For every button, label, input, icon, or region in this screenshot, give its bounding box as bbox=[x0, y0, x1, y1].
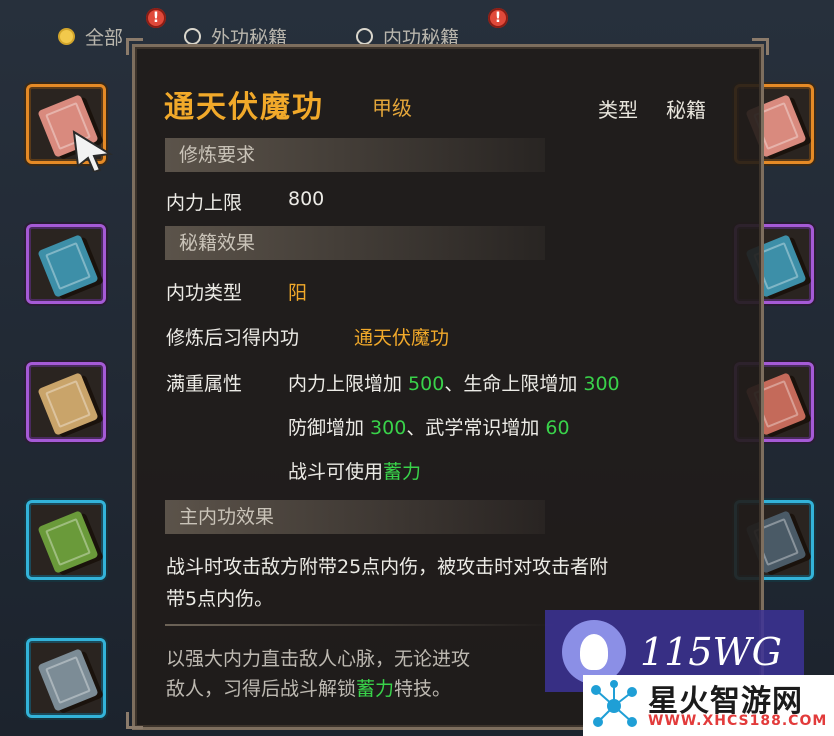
item-rank: 甲级 bbox=[372, 96, 412, 120]
manual-book-icon bbox=[37, 234, 99, 298]
radio-unselected-icon bbox=[356, 27, 373, 45]
attr-text: 战斗可使用 bbox=[288, 461, 384, 483]
full-attributes-line-3: 战斗可使用蓄力 bbox=[288, 457, 421, 484]
manual-book-icon bbox=[37, 372, 99, 436]
item-name: 通天伏魔功 bbox=[164, 90, 324, 125]
network-logo-icon bbox=[591, 680, 637, 727]
main-effect-text-line-1: 战斗时攻击敌方附带25点内伤，被攻击时对攻击者附 bbox=[166, 556, 609, 578]
filter-all-label: 全部 bbox=[85, 26, 124, 49]
learn-label: 修炼后习得内功 bbox=[166, 327, 300, 349]
manual-book-icon bbox=[37, 510, 99, 574]
desc-text: 特技。 bbox=[394, 678, 452, 700]
full-attributes-line-2: 防御增加 300、武学常识增加 60 bbox=[288, 413, 570, 440]
learn-value: 通天伏魔功 bbox=[354, 327, 450, 349]
item-type-value: 秘籍 bbox=[666, 98, 706, 122]
item-slot[interactable] bbox=[26, 638, 106, 718]
watermark-brand: 115WG bbox=[640, 630, 782, 674]
radio-unselected-icon bbox=[184, 27, 201, 45]
requirement-value: 800 bbox=[288, 188, 325, 210]
description-line-2: 敌人，习得后战斗解锁蓄力特技。 bbox=[166, 674, 451, 701]
attr-text: 内力上限增加 bbox=[288, 373, 409, 395]
attr-value: 300 bbox=[583, 373, 620, 395]
cursor-arrow-icon bbox=[72, 130, 113, 172]
item-slot[interactable] bbox=[26, 500, 106, 580]
full-attributes-label: 满重属性 bbox=[166, 373, 243, 395]
inner-type-value: 阳 bbox=[288, 282, 308, 304]
alert-badge-icon: ! bbox=[146, 8, 166, 28]
divider bbox=[165, 624, 555, 626]
item-type-label: 类型 bbox=[598, 98, 638, 122]
full-attributes-line-1: 内力上限增加 500、生命上限增加 300 bbox=[288, 369, 620, 396]
panel-corner-decoration bbox=[752, 38, 769, 55]
attr-text: 、生命上限增加 bbox=[444, 373, 584, 395]
item-slot[interactable] bbox=[26, 362, 106, 442]
filter-all[interactable]: 全部 bbox=[58, 22, 123, 50]
attr-value: 500 bbox=[408, 373, 445, 395]
desc-skill: 蓄力 bbox=[356, 678, 395, 700]
attr-value: 300 bbox=[370, 417, 407, 439]
section-header-main-effect: 主内功效果 bbox=[165, 500, 545, 534]
item-slot[interactable] bbox=[26, 224, 106, 304]
description-line-1: 以强大内力直击敌人心脉，无论进攻 bbox=[166, 648, 471, 670]
watermark-url: WWW.XHCS188.COM bbox=[648, 713, 828, 729]
radio-selected-icon bbox=[58, 27, 75, 45]
attr-value: 60 bbox=[545, 417, 570, 439]
inner-type-label: 内功类型 bbox=[166, 282, 243, 304]
desc-text: 敌人，习得后战斗解锁 bbox=[166, 678, 357, 700]
attr-text: 、武学常识增加 bbox=[406, 417, 546, 439]
requirement-label: 内力上限 bbox=[166, 192, 243, 214]
section-header-effects: 秘籍效果 bbox=[165, 226, 545, 260]
attr-text: 防御增加 bbox=[288, 417, 371, 439]
section-header-requirements: 修炼要求 bbox=[165, 138, 545, 172]
panel-corner-decoration bbox=[126, 38, 143, 55]
alert-badge-icon: ! bbox=[488, 8, 508, 28]
panel-corner-decoration bbox=[126, 712, 143, 729]
attr-skill: 蓄力 bbox=[383, 461, 422, 483]
manual-book-icon bbox=[37, 648, 99, 712]
main-effect-text-line-2: 带5点内伤。 bbox=[166, 588, 274, 610]
